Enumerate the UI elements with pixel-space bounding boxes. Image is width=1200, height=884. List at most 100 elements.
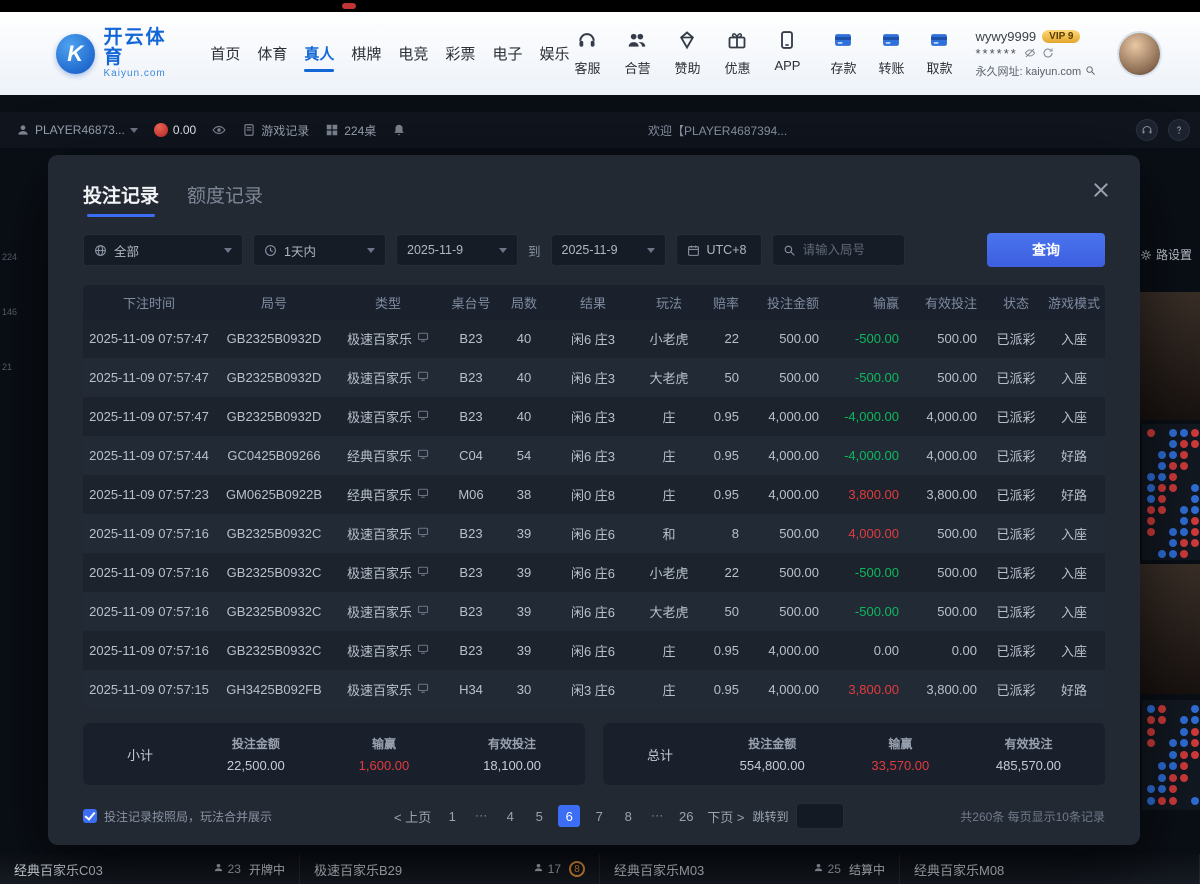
wallet-取款[interactable]: 取款	[921, 30, 957, 77]
roadmap-dot	[1158, 484, 1166, 492]
game-record-button[interactable]: 游戏记录	[242, 122, 309, 139]
date-to-select[interactable]: 2025-11-9	[551, 234, 666, 266]
type-name: 极速百家乐	[347, 329, 412, 348]
calendar-icon	[687, 244, 700, 257]
nav-item-3[interactable]: 真人	[304, 37, 334, 70]
logo[interactable]: K 开云体育 Kaiyun.com	[56, 28, 184, 79]
timezone-select[interactable]: UTC+8	[676, 234, 762, 266]
cell-amount: 4,000.00	[751, 643, 831, 658]
cell-round: GB2325B0932D	[215, 331, 333, 346]
cell-status: 已派彩	[989, 641, 1043, 660]
nav-item-8[interactable]: 娱乐	[539, 37, 569, 70]
live-table-极速百家乐B29[interactable]: 极速百家乐B29178	[300, 854, 600, 884]
show-balance-toggle[interactable]	[212, 123, 226, 137]
roadmap-dot	[1191, 528, 1199, 536]
cell-mode: 入座	[1043, 641, 1105, 660]
roadmap-dot	[1147, 462, 1155, 470]
date-to-value: 2025-11-9	[562, 243, 618, 257]
round-search[interactable]	[772, 234, 905, 266]
help-button[interactable]	[1168, 119, 1190, 141]
nav-item-6[interactable]: 彩票	[445, 37, 475, 70]
cell-type: 经典百家乐	[333, 485, 443, 504]
service-客服[interactable]: 客服	[569, 30, 605, 77]
avatar[interactable]	[1117, 31, 1162, 77]
page-1[interactable]: 1	[442, 805, 462, 827]
page-6[interactable]: 6	[558, 805, 580, 827]
wallet-存款[interactable]: 存款	[825, 30, 861, 77]
roadmap-dot	[1147, 506, 1155, 514]
bet-table-body: 2025-11-09 07:57:47GB2325B0932D极速百家乐B234…	[83, 319, 1105, 709]
chevron-down-icon	[224, 248, 232, 253]
wallet-转账[interactable]: 转账	[873, 30, 909, 77]
notifications-button[interactable]	[392, 123, 406, 137]
support-button[interactable]	[1136, 119, 1158, 141]
category-select[interactable]: 全部	[83, 234, 243, 266]
roadmap-dot	[1158, 495, 1166, 503]
page-7[interactable]: 7	[589, 805, 609, 827]
page-26[interactable]: 26	[676, 805, 696, 827]
roadmap-dot	[1191, 774, 1199, 782]
page-4[interactable]: 4	[500, 805, 520, 827]
nav-item-2[interactable]: 体育	[257, 37, 287, 70]
service-优惠[interactable]: 优惠	[719, 30, 755, 77]
page-下页 >[interactable]: 下页 >	[705, 805, 746, 827]
live-table-经典百家乐M03[interactable]: 经典百家乐M0325结算中	[600, 854, 900, 884]
brand-domain: Kaiyun.com	[104, 68, 185, 79]
date-from-select[interactable]: 2025-11-9	[396, 234, 518, 266]
bet-records-modal: 投注记录额度记录 全部 1天内 2025-11-9 到 2025-11-9	[48, 155, 1140, 845]
cell-winloss: -500.00	[831, 565, 911, 580]
game-record-label: 游戏记录	[261, 122, 309, 139]
service-赞助[interactable]: 赞助	[669, 30, 705, 77]
countdown-timer: 8	[569, 861, 585, 877]
total-winloss-label: 输赢	[888, 735, 912, 752]
roadmap-dot	[1147, 528, 1155, 536]
roadmap-dot	[1147, 751, 1155, 759]
page-8[interactable]: 8	[618, 805, 638, 827]
records-count-note: 共260条 每页显示10条记录	[960, 808, 1105, 825]
summary-section: 小计 投注金额22,500.00 输赢1,600.00 有效投注18,100.0…	[83, 723, 1105, 785]
type-name: 极速百家乐	[347, 368, 412, 387]
eye-off-icon[interactable]	[1024, 47, 1036, 59]
refresh-icon[interactable]	[1042, 47, 1054, 59]
eye-icon	[212, 123, 226, 137]
service-合营[interactable]: 合营	[619, 30, 655, 77]
roadmap-dot	[1191, 506, 1199, 514]
nav-item-5[interactable]: 电竞	[398, 37, 428, 70]
live-table-经典百家乐C03[interactable]: 经典百家乐C0323开牌中	[0, 854, 300, 884]
sidebar-count: 146	[2, 307, 17, 317]
roadmap-dot	[1180, 797, 1188, 805]
cell-play: 庄	[637, 407, 701, 426]
cell-mode: 入座	[1043, 524, 1105, 543]
roadmap-panel-1	[1142, 424, 1200, 560]
wallet-label: 取款	[926, 58, 952, 77]
column-header: 类型	[333, 293, 443, 312]
tab-1[interactable]: 投注记录	[83, 181, 159, 217]
range-select[interactable]: 1天内	[253, 234, 386, 266]
round-search-input[interactable]	[803, 243, 893, 257]
player-menu[interactable]: PLAYER46873...	[16, 123, 138, 137]
cell-amount: 500.00	[751, 565, 831, 580]
road-settings-button[interactable]: 路设置	[1140, 246, 1192, 263]
nav-item-4[interactable]: 棋牌	[351, 37, 381, 70]
checkbox-checked-icon[interactable]	[83, 809, 97, 823]
roadmap-dot	[1169, 495, 1177, 503]
column-header: 桌台号	[443, 293, 499, 312]
tab-2[interactable]: 额度记录	[187, 181, 263, 217]
search-icon[interactable]	[1085, 65, 1096, 76]
nav-item-1[interactable]: 首页	[210, 37, 240, 70]
roadmap-dot	[1158, 506, 1166, 514]
balance-display[interactable]: 0.00	[154, 123, 196, 137]
service-APP[interactable]: APP	[769, 30, 805, 77]
page-< 上页[interactable]: < 上页	[392, 805, 433, 827]
tables-button[interactable]: 224桌	[325, 122, 376, 139]
roadmap-dot	[1158, 528, 1166, 536]
jump-page-input[interactable]	[796, 803, 844, 829]
roadmap-dot	[1180, 484, 1188, 492]
nav-item-7[interactable]: 电子	[492, 37, 522, 70]
close-icon[interactable]	[1090, 179, 1112, 201]
query-button[interactable]: 查询	[987, 233, 1105, 267]
live-table-经典百家乐M08[interactable]: 经典百家乐M08	[900, 854, 1200, 884]
roadmap-dot	[1180, 705, 1188, 713]
merge-checkbox-row[interactable]: 投注记录按照局，玩法合并展示	[83, 808, 272, 825]
page-5[interactable]: 5	[529, 805, 549, 827]
